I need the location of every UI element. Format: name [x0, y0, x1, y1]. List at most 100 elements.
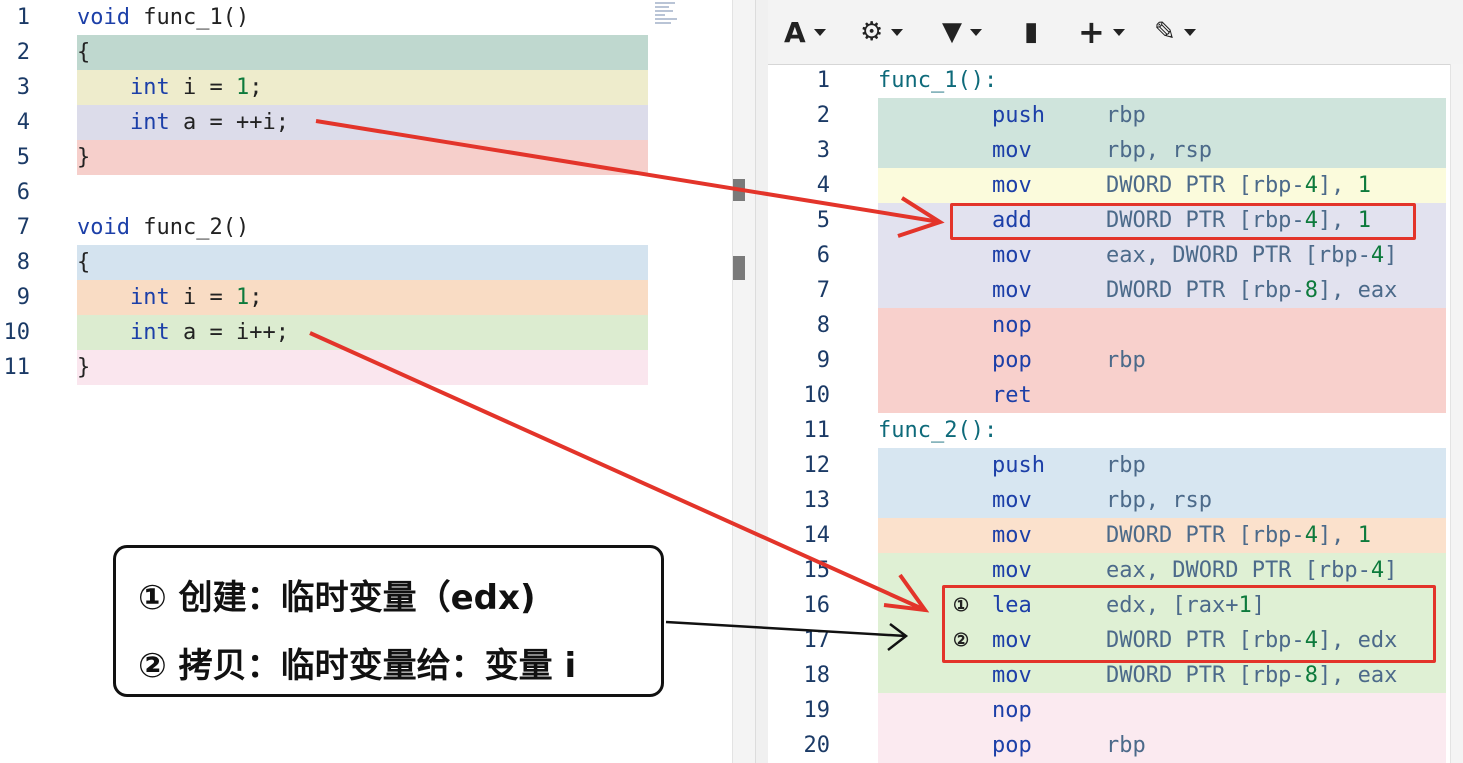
source-line[interactable]: 5}	[0, 140, 650, 175]
line-number: 4	[16, 110, 30, 135]
line-number: 18	[803, 663, 831, 688]
operands: DWORD PTR [rbp-8], eax	[1106, 663, 1398, 688]
assembly-line[interactable]: 11 func_2():	[768, 413, 1458, 448]
opcode: push	[992, 103, 1045, 128]
chevron-down-icon	[970, 28, 982, 36]
font-size-button[interactable]: A	[784, 14, 826, 50]
assembly-line[interactable]: 10 ret	[768, 378, 1458, 413]
source-line[interactable]: 11}	[0, 350, 650, 385]
source-text: {	[77, 250, 91, 275]
function-label: func_1():	[878, 68, 998, 93]
line-highlight	[878, 728, 1446, 763]
assembly-line[interactable]: 2 push rbp	[768, 98, 1458, 133]
opcode: mov	[992, 488, 1032, 513]
opcode: nop	[992, 698, 1032, 723]
line-highlight	[878, 98, 1446, 133]
source-line[interactable]: 8{	[0, 245, 650, 280]
source-scrollbar[interactable]	[732, 0, 755, 763]
source-text: }	[77, 355, 91, 380]
line-number: 4	[816, 173, 830, 198]
assembly-line[interactable]: 13 mov rbp, rsp	[768, 483, 1458, 518]
filter-icon: ▼	[942, 17, 962, 47]
line-highlight	[77, 35, 648, 70]
add-button[interactable]: +	[1078, 13, 1125, 51]
line-number: 15	[803, 558, 831, 583]
operands: rbp	[1106, 453, 1146, 478]
libraries-button[interactable]: ▮	[1024, 14, 1038, 50]
assembly-line[interactable]: 19 nop	[768, 693, 1458, 728]
tools-button[interactable]: ✎	[1154, 14, 1196, 50]
assembly-line[interactable]: 4 mov DWORD PTR [rbp-4], 1	[768, 168, 1458, 203]
assembly-scrollbar[interactable]	[1450, 64, 1463, 763]
source-line[interactable]: 10 int a = i++;	[0, 315, 650, 350]
settings-icon: ⚙	[860, 17, 884, 47]
assembly-line[interactable]: 1 func_1():	[768, 63, 1458, 98]
line-number: 14	[803, 523, 831, 548]
source-line[interactable]: 4 int a = ++i;	[0, 105, 650, 140]
line-highlight	[878, 448, 1446, 483]
assembly-line[interactable]: 15 mov eax, DWORD PTR [rbp-4]	[768, 553, 1458, 588]
operands: rbp	[1106, 103, 1146, 128]
line-number: 2	[816, 103, 830, 128]
assembly-line[interactable]: 8 nop	[768, 308, 1458, 343]
assembly-line[interactable]: 6 mov eax, DWORD PTR [rbp-4]	[768, 238, 1458, 273]
line-number: 8	[16, 250, 30, 275]
line-number: 20	[803, 733, 831, 758]
source-text: int a = i++;	[129, 320, 289, 345]
line-number: 16	[803, 593, 831, 618]
operands: rbp, rsp	[1106, 138, 1212, 163]
function-label: func_2():	[878, 418, 998, 443]
line-number: 9	[816, 348, 830, 373]
source-line[interactable]: 2{	[0, 35, 650, 70]
operands: rbp	[1106, 733, 1146, 758]
source-text: {	[77, 40, 91, 65]
line-highlight	[77, 140, 648, 175]
output-toolbar: A ⚙ ▼ ▮ + ✎	[768, 0, 1463, 65]
pane-splitter[interactable]	[755, 0, 769, 763]
line-highlight	[77, 350, 648, 385]
source-line[interactable]: 3 int i = 1;	[0, 70, 650, 105]
operands: rbp	[1106, 348, 1146, 373]
assembly-line[interactable]: 18 mov DWORD PTR [rbp-8], eax	[768, 658, 1458, 693]
source-line[interactable]: 9 int i = 1;	[0, 280, 650, 315]
line-number: 12	[803, 453, 831, 478]
assembly-line[interactable]: 20 pop rbp	[768, 728, 1458, 763]
line-highlight	[878, 378, 1446, 413]
line-number: 5	[816, 208, 830, 233]
line-number: 13	[803, 488, 831, 513]
source-text: }	[77, 145, 91, 170]
line-number: 11	[3, 355, 31, 380]
line-number: 7	[16, 215, 30, 240]
line-highlight	[878, 308, 1446, 343]
chevron-down-icon	[1112, 28, 1125, 36]
assembly-line[interactable]: 9 pop rbp	[768, 343, 1458, 378]
source-line[interactable]: 1 void func_1()	[0, 0, 650, 35]
filter-button[interactable]: ▼	[942, 14, 982, 50]
line-number: 10	[3, 320, 31, 345]
opcode: push	[992, 453, 1045, 478]
settings-button[interactable]: ⚙	[860, 14, 904, 50]
line-number: 1	[16, 5, 30, 30]
line-number: 8	[816, 313, 830, 338]
line-number: 3	[16, 75, 30, 100]
font-size-icon: A	[784, 15, 806, 49]
source-text: int i = 1;	[129, 285, 263, 310]
minimap[interactable]	[655, 0, 685, 40]
source-line[interactable]: 7 void func_2()	[0, 210, 650, 245]
opcode: mov	[992, 243, 1032, 268]
assembly-line[interactable]: 3 mov rbp, rsp	[768, 133, 1458, 168]
assembly-line[interactable]: 7 mov DWORD PTR [rbp-8], eax	[768, 273, 1458, 308]
opcode: mov	[992, 523, 1032, 548]
operands: DWORD PTR [rbp-4], 1	[1106, 523, 1371, 548]
source-text: int i = 1;	[129, 75, 263, 100]
chevron-down-icon	[813, 28, 826, 36]
opcode: nop	[992, 313, 1032, 338]
chevron-down-icon	[891, 28, 904, 36]
line-highlight	[878, 693, 1446, 728]
source-line[interactable]: 6	[0, 175, 650, 210]
assembly-line[interactable]: 14 mov DWORD PTR [rbp-4], 1	[768, 518, 1458, 553]
opcode: pop	[992, 348, 1032, 373]
assembly-line[interactable]: 12 push rbp	[768, 448, 1458, 483]
line-number: 2	[16, 40, 30, 65]
line-number: 3	[816, 138, 830, 163]
